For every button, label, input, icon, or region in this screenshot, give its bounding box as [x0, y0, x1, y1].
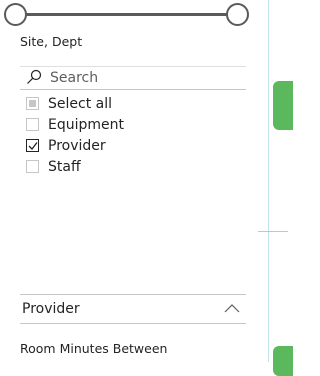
provider-checkbox[interactable] [26, 139, 39, 152]
checkmark-icon [28, 142, 38, 150]
list-item-provider[interactable]: Provider [26, 135, 124, 156]
collapsed-panel-tab-bottom[interactable] [273, 346, 293, 376]
next-section-title: Room Minutes Between [20, 341, 168, 356]
search-box[interactable] [20, 66, 246, 90]
item-label: Equipment [48, 116, 124, 133]
item-label: Staff [48, 158, 81, 175]
slicer-title: Site, Dept [20, 34, 83, 49]
collapsed-panel-tab[interactable] [273, 81, 293, 130]
list-item-staff[interactable]: Staff [26, 156, 124, 177]
panel-divider [268, 0, 269, 362]
search-input[interactable] [50, 67, 240, 89]
item-label: Select all [48, 95, 112, 112]
slicer-dropdown[interactable]: Provider [20, 294, 246, 324]
dropdown-value: Provider [22, 301, 80, 317]
panel-connector-line [258, 231, 288, 232]
slicer-list: Select all Equipment Provider Staff [26, 93, 124, 177]
equipment-checkbox[interactable] [26, 118, 39, 131]
slider-handle-start[interactable] [4, 3, 27, 26]
list-item-select-all[interactable]: Select all [26, 93, 124, 114]
item-label: Provider [48, 137, 106, 154]
search-icon [27, 69, 42, 84]
slider-track[interactable] [14, 13, 238, 16]
chevron-up-icon[interactable] [224, 303, 240, 313]
select-all-checkbox[interactable] [26, 97, 39, 110]
slider-handle-end[interactable] [226, 3, 249, 26]
list-item-equipment[interactable]: Equipment [26, 114, 124, 135]
staff-checkbox[interactable] [26, 160, 39, 173]
